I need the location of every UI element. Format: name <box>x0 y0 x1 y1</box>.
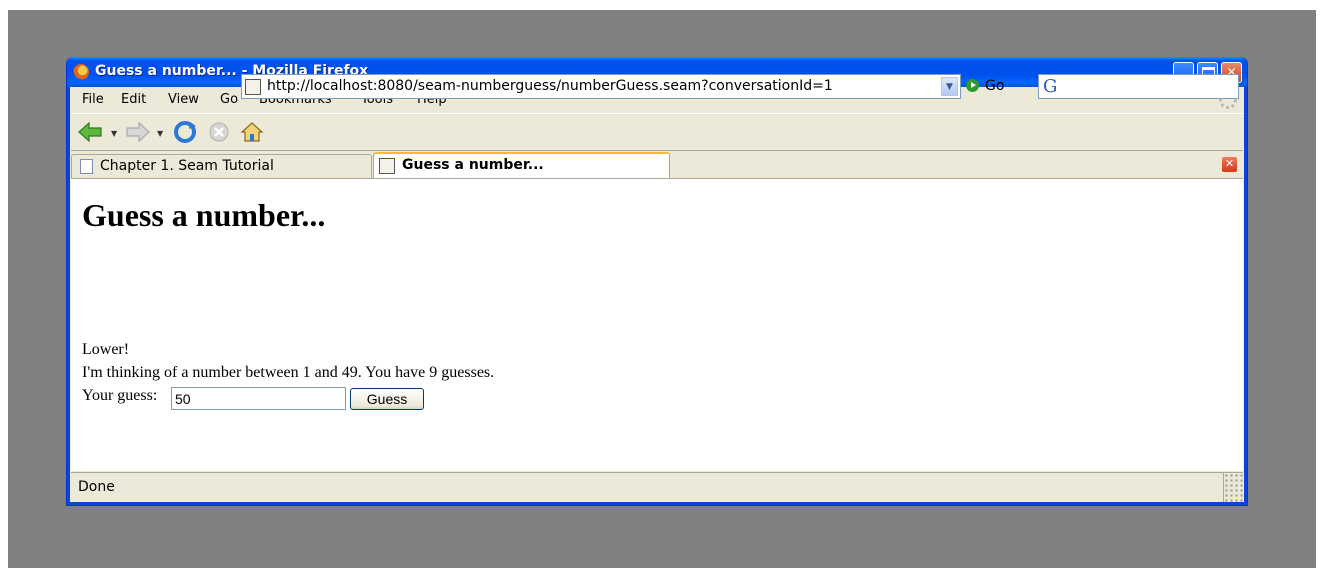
menu-view[interactable]: View <box>168 92 199 107</box>
tab-seam-tutorial[interactable]: Chapter 1. Seam Tutorial <box>71 154 372 178</box>
stop-icon[interactable] <box>206 120 232 144</box>
status-bar: Done <box>71 472 1243 502</box>
forward-history-dropdown-icon[interactable]: ▼ <box>157 129 163 138</box>
guess-button[interactable]: Guess <box>350 388 424 410</box>
close-tab-icon[interactable]: ✕ <box>1222 157 1237 172</box>
tab-label: Chapter 1. Seam Tutorial <box>100 158 274 174</box>
go-button[interactable]: Go <box>966 78 1004 94</box>
url-text: http://localhost:8080/seam-numberguess/n… <box>267 78 833 94</box>
guess-input[interactable] <box>171 387 346 410</box>
prompt-text: I'm thinking of a number between 1 and 4… <box>82 364 495 381</box>
url-bar[interactable]: http://localhost:8080/seam-numberguess/n… <box>241 74 961 99</box>
tab-label: Guess a number... <box>402 157 544 173</box>
page-heading: Guess a number... <box>82 197 326 233</box>
go-arrow-icon <box>966 79 979 92</box>
forward-arrow-icon[interactable] <box>125 120 151 144</box>
google-search-engine-icon[interactable]: G <box>1043 76 1057 97</box>
menu-go[interactable]: Go <box>220 92 238 107</box>
resize-grip-icon[interactable] <box>1223 473 1243 502</box>
page-icon <box>80 159 93 174</box>
site-favicon-icon <box>245 79 261 95</box>
guess-label: Your guess: <box>82 387 158 404</box>
menu-edit[interactable]: Edit <box>121 92 146 107</box>
page-content: Guess a number... Lower! I'm thinking of… <box>71 178 1243 471</box>
search-box[interactable]: G <box>1038 74 1239 99</box>
back-history-dropdown-icon[interactable]: ▼ <box>111 129 117 138</box>
url-history-dropdown-icon[interactable]: ▼ <box>941 77 958 96</box>
go-label: Go <box>985 78 1005 94</box>
reload-icon[interactable] <box>172 120 198 144</box>
status-text: Done <box>78 479 115 495</box>
browser-window: Guess a number... - Mozilla Firefox ✕ Fi… <box>66 57 1248 506</box>
menu-file[interactable]: File <box>82 92 104 107</box>
tab-bar: Chapter 1. Seam Tutorial Guess a number.… <box>71 150 1243 179</box>
firefox-logo-icon <box>73 64 89 80</box>
broken-image-icon <box>379 158 395 174</box>
home-icon[interactable] <box>239 120 265 144</box>
navigation-toolbar: ▼ ▼ <box>71 113 1243 149</box>
feedback-text: Lower! <box>82 341 130 358</box>
tab-guess-a-number[interactable]: Guess a number... <box>373 152 670 179</box>
back-arrow-icon[interactable] <box>77 120 103 144</box>
